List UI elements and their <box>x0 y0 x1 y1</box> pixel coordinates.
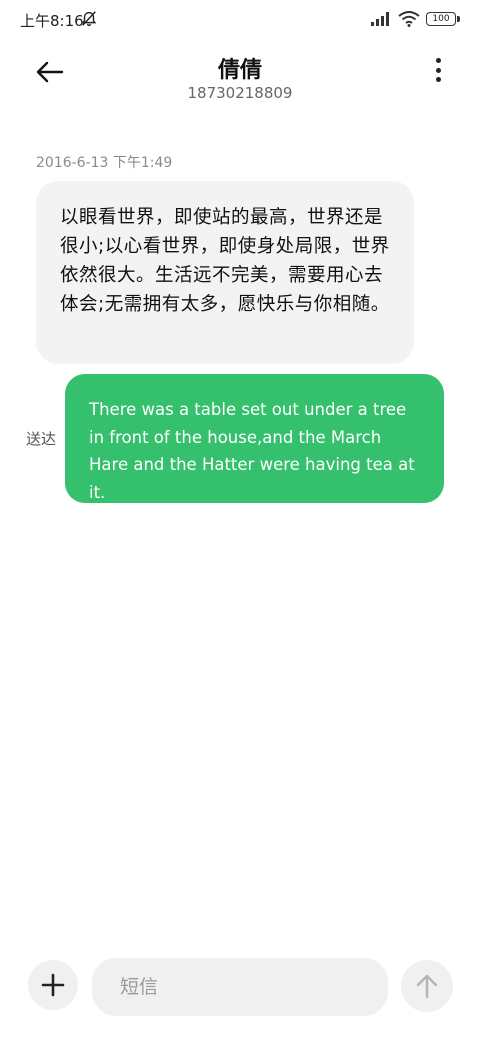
more-vertical-icon-dot <box>435 58 441 63</box>
more-options-button[interactable] <box>428 54 448 86</box>
more-vertical-icon-dot <box>435 77 441 82</box>
message-timestamp: 2016-6-13 下午1:49 <box>36 155 173 171</box>
plus-icon <box>41 973 65 997</box>
delivery-status: 送达 <box>26 430 57 448</box>
status-bar: 上午8:16 100 <box>0 0 480 40</box>
received-message-bubble[interactable]: 以眼看世界，即使站的最高，世界还是很小;以心看世界，即使身处局限，世界依然很大。… <box>36 181 414 364</box>
signal-icon <box>371 12 389 26</box>
send-button[interactable] <box>401 960 453 1012</box>
add-attachment-button[interactable] <box>28 960 78 1010</box>
battery-level: 100 <box>432 13 450 24</box>
send-arrow-up-icon <box>416 974 438 999</box>
sent-message-text: There was a table set out under a tree i… <box>89 400 415 502</box>
status-icons: 100 <box>370 11 460 27</box>
battery-icon: 100 <box>426 12 460 26</box>
contact-name: 倩倩 <box>217 58 262 83</box>
sent-message-bubble[interactable]: There was a table set out under a tree i… <box>65 374 444 503</box>
received-message-text: 以眼看世界，即使站的最高，世界还是很小;以心看世界，即使身处局限，世界依然很大。… <box>60 207 390 315</box>
message-input[interactable] <box>92 958 388 1016</box>
sms-conversation-screen: 上午8:16 100 倩倩 18730218809 2016-6-13 下午1:… <box>0 0 480 1040</box>
more-vertical-icon-dot <box>435 67 441 73</box>
mute-notifications-icon <box>81 11 97 27</box>
wifi-icon <box>398 11 420 27</box>
status-time: 上午8:16 <box>20 12 84 30</box>
contact-number: 18730218809 <box>187 84 293 102</box>
conversation-header: 倩倩 18730218809 <box>0 44 480 114</box>
